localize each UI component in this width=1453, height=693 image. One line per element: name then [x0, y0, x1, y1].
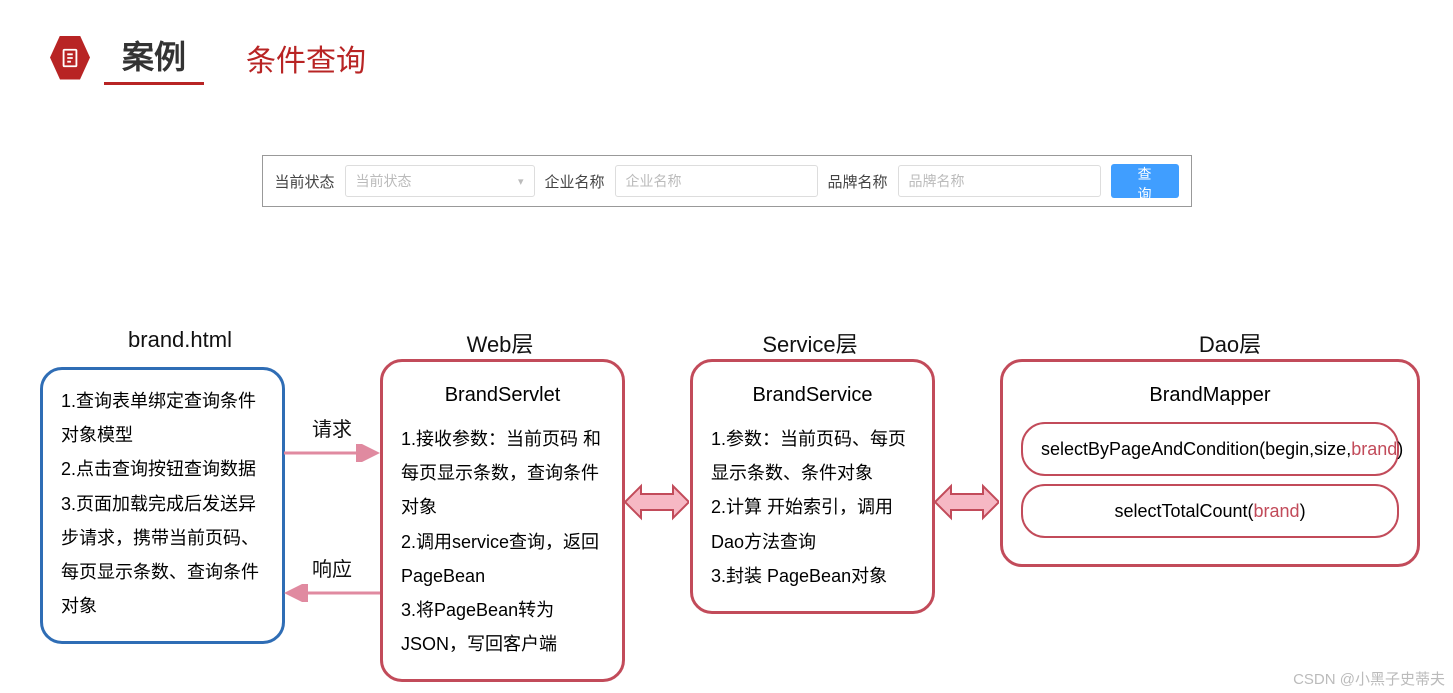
double-arrow-web-service — [625, 482, 689, 522]
service-box: BrandService 1.参数：当前页码、每页显示条数、条件对象 2.计算 … — [690, 359, 935, 614]
web-box: BrandServlet 1.接收参数：当前页码 和每页显示条数，查询条件对象 … — [380, 359, 625, 682]
dao-method-select-total-count: selectTotalCount(brand) — [1021, 484, 1399, 538]
search-form: 当前状态 当前状态 ▾ 企业名称 品牌名称 查询 — [262, 155, 1192, 207]
col-title-dao: Dao层 — [1160, 327, 1300, 359]
architecture-diagram: brand.html Web层 Service层 Dao层 1.查询表单绑定查询… — [0, 327, 1453, 687]
web-item-2: 2.调用service查询，返回PageBean — [401, 525, 604, 593]
status-select-placeholder: 当前状态 — [356, 171, 412, 191]
dao-box-title: BrandMapper — [1021, 376, 1399, 414]
company-label: 企业名称 — [545, 171, 605, 192]
page-subtitle: 条件查询 — [246, 36, 366, 80]
dao-method-select-by-page: selectByPageAndCondition(begin,size,bran… — [1021, 422, 1399, 476]
query-button[interactable]: 查询 — [1111, 164, 1179, 198]
web-item-1: 1.接收参数：当前页码 和每页显示条数，查询条件对象 — [401, 422, 604, 525]
arrow-response: 响应 — [282, 547, 382, 607]
ui-item-2: 2.点击查询按钮查询数据 — [61, 452, 264, 486]
chevron-down-icon: ▾ — [518, 175, 524, 188]
double-arrow-service-dao — [935, 482, 999, 522]
service-item-1: 1.参数：当前页码、每页显示条数、条件对象 — [711, 422, 914, 490]
badge-hex-icon — [50, 36, 90, 80]
ui-item-3: 3.页面加载完成后发送异步请求，携带当前页码、每页显示条数、查询条件对象 — [61, 487, 264, 624]
arrow-request-label: 请求 — [312, 413, 352, 442]
col-title-ui: brand.html — [90, 327, 270, 353]
col-title-service: Service层 — [740, 327, 880, 359]
web-box-title: BrandServlet — [401, 376, 604, 414]
status-select[interactable]: 当前状态 ▾ — [345, 165, 535, 197]
service-item-3: 3.封装 PageBean对象 — [711, 559, 914, 593]
watermark: CSDN @小黑子史蒂夫 — [1293, 668, 1445, 689]
brand-label: 品牌名称 — [828, 171, 888, 192]
arrow-response-label: 响应 — [312, 553, 352, 582]
page-header: 案例 条件查询 — [0, 0, 1453, 85]
web-item-3: 3.将PageBean转为JSON，写回客户端 — [401, 593, 604, 661]
badge-label: 案例 — [104, 30, 204, 85]
ui-item-1: 1.查询表单绑定查询条件对象模型 — [61, 384, 264, 452]
arrow-request: 请求 — [282, 407, 382, 467]
ui-box: 1.查询表单绑定查询条件对象模型 2.点击查询按钮查询数据 3.页面加载完成后发… — [40, 367, 285, 644]
dao-box: BrandMapper selectByPageAndCondition(beg… — [1000, 359, 1420, 567]
service-item-2: 2.计算 开始索引，调用Dao方法查询 — [711, 490, 914, 558]
status-label: 当前状态 — [275, 171, 335, 192]
company-input[interactable] — [615, 165, 818, 197]
col-title-web: Web层 — [430, 327, 570, 359]
service-box-title: BrandService — [711, 376, 914, 414]
brand-input[interactable] — [898, 165, 1101, 197]
